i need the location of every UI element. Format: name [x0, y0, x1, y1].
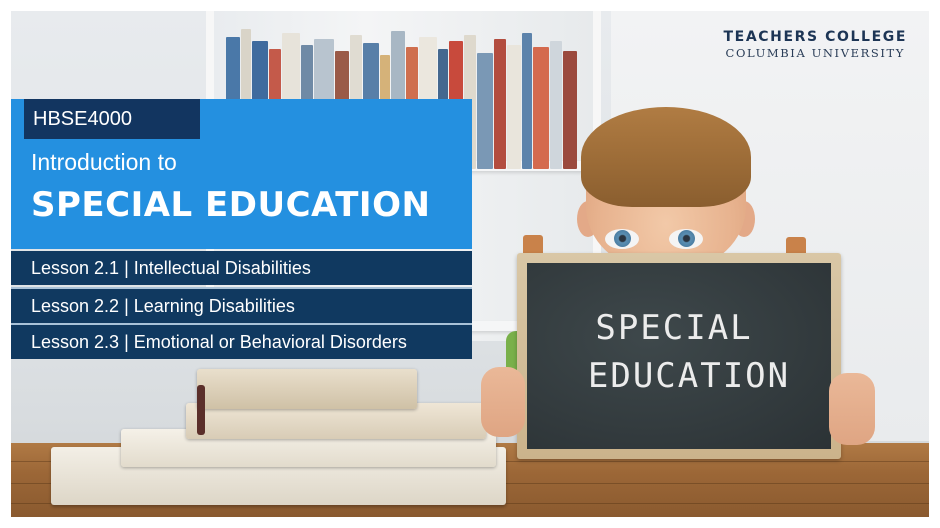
lesson-item: Lesson 2.2 | Learning Disabilities [11, 289, 472, 323]
left-hand [481, 367, 525, 437]
iris [678, 230, 695, 247]
lesson-item: Lesson 2.3 | Emotional or Behavioral Dis… [11, 325, 472, 359]
lesson-item: Lesson 2.1 | Intellectual Disabilities [11, 251, 472, 285]
logo-line-2: COLUMBIA UNIVERSITY [725, 46, 905, 60]
chalkboard-line-2: EDUCATION [587, 356, 791, 396]
logo-line-1: TEACHERS COLLEGE [723, 29, 907, 45]
chalkboard-line-1: SPECIAL [595, 308, 753, 348]
course-intro: Introduction to [31, 149, 177, 175]
iris [614, 230, 631, 247]
course-title: SPECIAL EDUCATION [31, 185, 431, 225]
slide: SPECIAL EDUCATION TEACHERS COLLEGE COLUM… [11, 11, 929, 517]
hair [581, 107, 751, 207]
chalkboard: SPECIAL EDUCATION [527, 263, 831, 449]
teachers-college-logo: TEACHERS COLLEGE COLUMBIA UNIVERSITY [724, 29, 907, 60]
course-code: HBSE4000 [24, 99, 200, 139]
right-hand [829, 373, 875, 445]
